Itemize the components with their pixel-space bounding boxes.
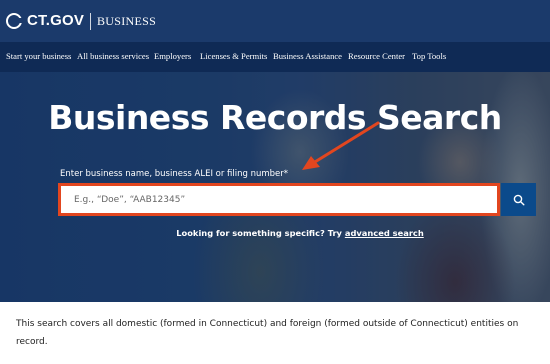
search-button[interactable] — [501, 183, 536, 216]
ct-logo-icon[interactable] — [6, 13, 23, 29]
nav-resource-center[interactable]: Resource Center — [348, 51, 405, 61]
nav-licenses-permits[interactable]: Licenses & Permits — [200, 51, 267, 61]
logo-divider — [90, 13, 91, 30]
advanced-search-link[interactable]: advanced search — [345, 228, 424, 238]
nav-start-your-business[interactable]: Start your business — [6, 51, 71, 61]
arrow-annotation-icon — [302, 121, 380, 170]
main-navigation: Start your business All business service… — [0, 42, 550, 72]
nav-business-assistance[interactable]: Business Assistance — [273, 51, 342, 61]
site-header: CT.GOV BUSINESS — [0, 0, 550, 42]
ct-gov-logo-text[interactable]: CT.GOV — [27, 12, 84, 29]
search-icon — [513, 194, 525, 206]
business-section-label[interactable]: BUSINESS — [97, 14, 156, 29]
hero-banner: Business Records Search Enter business n… — [0, 72, 550, 302]
page-title: Business Records Search — [48, 98, 502, 137]
advanced-search-prefix: Looking for something specific? Try — [176, 228, 345, 238]
advanced-search-prompt: Looking for something specific? Try adva… — [0, 228, 550, 238]
business-search-input[interactable] — [58, 183, 500, 216]
nav-all-business-services[interactable]: All business services — [77, 51, 149, 61]
search-label: Enter business name, business ALEI or fi… — [60, 169, 289, 179]
nav-employers[interactable]: Employers — [154, 51, 191, 61]
search-coverage-description: This search covers all domestic (formed … — [16, 319, 519, 347]
nav-top-tools[interactable]: Top Tools — [412, 51, 446, 61]
